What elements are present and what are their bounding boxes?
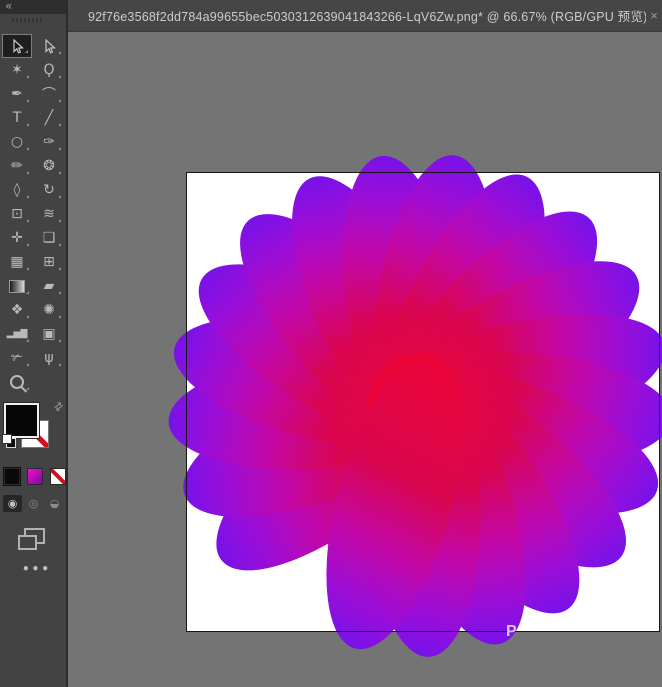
line-segment-tool-icon: ╱ (45, 110, 53, 126)
width-tool[interactable]: ≋ (34, 202, 64, 226)
shape-builder-tool[interactable]: ❏ (34, 226, 64, 250)
direct-selection-tool[interactable] (34, 34, 64, 58)
perspective-grid-tool[interactable]: ▦ (2, 250, 32, 274)
hand-tool-icon: ψ (44, 350, 53, 366)
blend-tool-icon: ❖ (11, 302, 24, 318)
rotate-tool-icon: ↻ (43, 182, 55, 198)
eyedropper-tool-icon: ▰ (44, 278, 55, 294)
lasso-tool-icon: Ϙ (43, 62, 54, 78)
paintbrush-tool[interactable]: ✑ (34, 130, 64, 154)
color-swatch[interactable] (4, 468, 20, 485)
magic-wand-tool-icon: ✶ (11, 62, 23, 78)
mesh-tool-icon: ⊞ (43, 254, 55, 270)
edit-toolbar-ellipsis-icon[interactable]: ••• (22, 562, 66, 576)
column-graph-tool-icon: ▂▅▇ (7, 329, 28, 339)
curvature-tool[interactable]: ⌒ (34, 82, 64, 106)
tab-close-icon[interactable]: × (646, 8, 662, 23)
slice-tool-icon: ✃ (11, 350, 23, 366)
type-tool-icon: T (13, 110, 22, 126)
gradient-swatch[interactable] (27, 468, 43, 485)
change-screen-mode-icon[interactable] (24, 528, 45, 544)
draw-inside-mode[interactable]: ◒ (45, 495, 64, 512)
watermark-fragment: P (506, 623, 517, 641)
swap-fill-stroke-icon[interactable]: ⇄ (51, 399, 66, 415)
gradient-tool[interactable] (2, 274, 32, 298)
type-tool[interactable]: T (2, 106, 32, 130)
apply-color-buttons (4, 468, 66, 485)
selection-tool[interactable] (2, 34, 32, 58)
pen-tool-icon: ✒ (11, 86, 23, 102)
pasteboard[interactable]: P (68, 32, 662, 687)
shape-builder-tool-icon: ❏ (43, 230, 56, 246)
lasso-tool[interactable]: Ϙ (34, 58, 64, 82)
eraser-tool-icon: ◊ (14, 182, 21, 198)
column-graph-tool[interactable]: ▂▅▇ (2, 322, 32, 346)
fill-swatch-black[interactable] (4, 403, 39, 438)
magic-wand-tool[interactable]: ✶ (2, 58, 32, 82)
mesh-tool[interactable]: ⊞ (34, 250, 64, 274)
fill-stroke-control: ⇄ (3, 402, 65, 458)
blob-brush-tool-icon: ❂ (43, 158, 55, 174)
artboard (186, 172, 660, 632)
paintbrush-tool-icon: ✑ (43, 134, 55, 150)
artboard-tool[interactable]: ▣ (34, 322, 64, 346)
blend-tool[interactable]: ❖ (2, 298, 32, 322)
curvature-tool-icon: ⌒ (42, 84, 56, 104)
default-stroke-white (2, 434, 12, 444)
none-swatch[interactable] (50, 468, 66, 485)
eraser-tool[interactable]: ◊ (2, 178, 32, 202)
draw-normal-mode[interactable]: ◉ (3, 495, 22, 512)
document-tab[interactable]: 92f76e3568f2dd784a99655bec50303126390418… (68, 0, 662, 32)
zoom-tool[interactable] (2, 370, 32, 394)
artboard-tool-icon: ▣ (42, 326, 55, 342)
ellipse-tool-icon: ○ (11, 134, 23, 150)
collapse-panel-icon[interactable]: « (5, 0, 12, 13)
slice-tool[interactable]: ✃ (2, 346, 32, 370)
panel-grip[interactable] (12, 18, 44, 23)
drawing-mode-buttons: ◉◎◒ (3, 495, 66, 512)
document-tab-title: 92f76e3568f2dd784a99655bec50303126390418… (68, 6, 646, 25)
perspective-grid-tool-icon: ▦ (10, 254, 23, 270)
draw-behind-mode[interactable]: ◎ (24, 495, 43, 512)
line-segment-tool[interactable]: ╱ (34, 106, 64, 130)
eyedropper-tool[interactable]: ▰ (34, 274, 64, 298)
hand-tool[interactable]: ψ (34, 346, 64, 370)
tools-panel: « ✶ Ϙ ✒ ⌒ T ╱ ○ ✑ ✏ ❂ ◊ ↻ ⊡ ≋ ✛ ❏ ▦ ⊞ ▰ ❖ ✺ ▂▅▇ ▣ ✃ ψ ⇄ ◉◎◒ ••• (0, 0, 68, 687)
tools-panel-header: « (0, 0, 66, 14)
puppet-warp-tool-icon: ✛ (11, 230, 23, 246)
scale-tool[interactable]: ⊡ (2, 202, 32, 226)
magnifier-icon (10, 375, 24, 389)
puppet-warp-tool[interactable]: ✛ (2, 226, 32, 250)
pencil-tool[interactable]: ✏ (2, 154, 32, 178)
width-tool-icon: ≋ (43, 206, 55, 222)
scale-tool-icon: ⊡ (11, 206, 23, 222)
blob-brush-tool[interactable]: ❂ (34, 154, 64, 178)
gradient-icon (9, 280, 25, 293)
ellipse-tool[interactable]: ○ (2, 130, 32, 154)
default-fill-stroke-icon[interactable] (2, 434, 16, 448)
rotate-tool[interactable]: ↻ (34, 178, 64, 202)
tool-grid: ✶ Ϙ ✒ ⌒ T ╱ ○ ✑ ✏ ❂ ◊ ↻ ⊡ ≋ ✛ ❏ ▦ ⊞ ▰ ❖ ✺ ▂▅▇ ▣ ✃ ψ (0, 34, 66, 394)
pen-tool[interactable]: ✒ (2, 82, 32, 106)
symbol-sprayer-tool[interactable]: ✺ (34, 298, 64, 322)
pencil-tool-icon: ✏ (11, 158, 23, 174)
symbol-sprayer-tool-icon: ✺ (43, 302, 55, 318)
